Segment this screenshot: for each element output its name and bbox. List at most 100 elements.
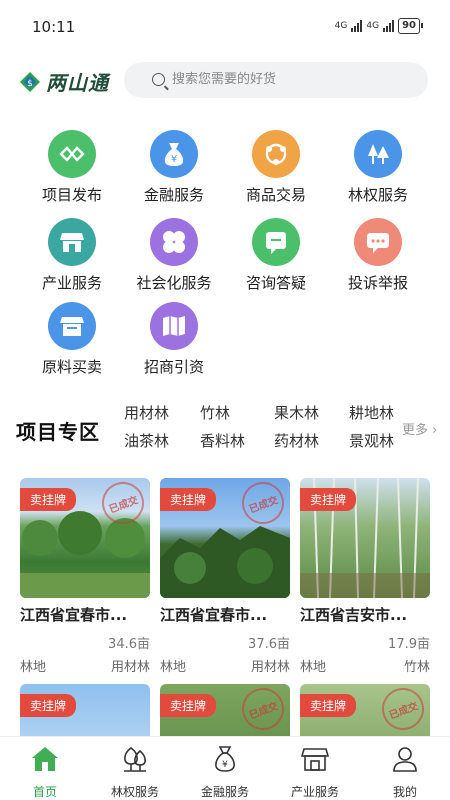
zone-tag[interactable]: 香料林 [200, 430, 245, 451]
service-label: 产业服务 [41, 274, 102, 292]
card-type: 林地 [160, 660, 187, 675]
service-project-publish[interactable]: 项目发布 [22, 130, 122, 214]
zone-tag[interactable]: 油茶林 [124, 430, 169, 451]
card-badge: 卖挂牌 [20, 488, 77, 511]
signal-icon-2 [383, 20, 395, 32]
project-card[interactable]: 卖挂牌 已成交 江西省宜春市... 37.6亩 林地 用材林 [160, 478, 290, 675]
card-image: 卖挂牌 [300, 478, 430, 598]
nav-label: 林权服务 [110, 785, 159, 799]
project-card[interactable]: 卖挂牌 已成交 江西省宜春市... 34.6亩 林地 用材林 [20, 478, 150, 675]
status-bar: 10:11 4G 4G 90 [0, 0, 450, 52]
nav-label: 我的 [392, 785, 417, 799]
nav-forest-rights[interactable]: 林权服务 [90, 737, 180, 800]
money-bag-icon: ¥ [215, 746, 235, 772]
service-consult[interactable]: 咨询答疑 [226, 218, 326, 302]
forest-icon [354, 130, 402, 178]
zone-tag[interactable]: 用材林 [124, 402, 169, 423]
user-icon [393, 747, 417, 772]
app-logo: $ 两山通 [18, 67, 109, 96]
signal-icon [351, 20, 363, 32]
battery-icon: 90 [398, 18, 423, 34]
money-glyph: ¥ [171, 154, 177, 165]
service-label: 投诉举报 [347, 274, 408, 292]
header: $ 两山通 [0, 58, 450, 102]
bottom-nav: 首页 林权服务 ¥ 金融服务 产业服务 我的 [0, 736, 450, 800]
service-trade[interactable]: 商品交易 [226, 130, 326, 214]
nav-finance[interactable]: ¥ 金融服务 [180, 737, 270, 800]
zone-tag[interactable]: 果木林 [274, 402, 319, 423]
card-badge: 卖挂牌 [300, 694, 357, 717]
card-area: 17.9亩 [388, 637, 430, 652]
service-industry[interactable]: 产业服务 [22, 218, 122, 302]
money-glyph: ¥ [222, 760, 228, 770]
card-badge: 卖挂牌 [160, 488, 217, 511]
money-bag-icon: ¥ [150, 130, 198, 178]
card-badge: 卖挂牌 [20, 694, 77, 717]
service-label: 招商引资 [143, 358, 204, 376]
service-finance[interactable]: ¥ 金融服务 [124, 130, 224, 214]
zone-title: 项目专区 [16, 420, 100, 444]
project-publish-icon [48, 130, 96, 178]
service-label: 社会化服务 [136, 274, 212, 292]
service-label: 项目发布 [41, 186, 102, 204]
status-time: 10:11 [32, 18, 76, 36]
card-category: 用材林 [250, 660, 290, 675]
logo-text: 两山通 [46, 71, 109, 95]
nav-mine[interactable]: 我的 [360, 737, 450, 800]
service-label: 林权服务 [347, 186, 408, 204]
nav-label: 产业服务 [290, 785, 339, 799]
card-badge: 卖挂牌 [160, 694, 217, 717]
service-investment[interactable]: 招商引资 [124, 302, 224, 386]
service-label: 金融服务 [143, 186, 204, 204]
search-icon [152, 73, 165, 86]
service-label: 咨询答疑 [245, 274, 306, 292]
nav-industry[interactable]: 产业服务 [270, 737, 360, 800]
nav-home[interactable]: 首页 [0, 737, 90, 800]
trade-icon [252, 130, 300, 178]
search-input[interactable] [172, 62, 412, 98]
zone-tag[interactable]: 景观林 [349, 430, 399, 451]
store-icon [48, 218, 96, 266]
card-type: 林地 [300, 660, 327, 675]
more-link[interactable]: 更多 › [402, 419, 437, 438]
service-label: 原料买卖 [41, 358, 102, 376]
svg-text:$: $ [27, 79, 33, 89]
sold-stamp: 已成交 [376, 684, 430, 736]
service-complaint[interactable]: 投诉举报 [328, 218, 428, 302]
card-image: 卖挂牌 已成交 [20, 478, 150, 598]
logo-icon: $ [20, 71, 40, 92]
search-bar[interactable] [124, 62, 428, 98]
card-type: 林地 [20, 660, 47, 675]
service-forest-rights[interactable]: 林权服务 [328, 130, 428, 214]
sold-stamp: 已成交 [236, 684, 290, 736]
store-icon [300, 748, 330, 771]
service-material[interactable]: 原料买卖 [22, 302, 122, 386]
home-icon [32, 747, 58, 771]
nav-label: 金融服务 [200, 785, 249, 799]
service-grid: 项目发布 ¥ 金融服务 商品交易 林权服务 产业服务 社会化服务 咨询答疑 投诉… [0, 130, 450, 380]
card-badge: 卖挂牌 [300, 488, 357, 511]
service-social[interactable]: 社会化服务 [124, 218, 224, 302]
zone-tag[interactable]: 竹林 [200, 402, 230, 423]
card-category: 用材林 [110, 660, 150, 675]
network-label-2: 4G [366, 21, 380, 31]
card-area: 34.6亩 [108, 637, 150, 652]
card-category: 竹林 [403, 660, 430, 675]
service-label: 商品交易 [245, 186, 306, 204]
map-icon [150, 302, 198, 350]
more-label: 更多 [402, 423, 429, 438]
clover-icon [150, 218, 198, 266]
project-card[interactable]: 卖挂牌 江西省吉安市... 17.9亩 林地 竹林 [300, 478, 430, 675]
status-indicators: 4G 4G 90 [335, 18, 423, 34]
chevron-right-icon: › [432, 423, 438, 438]
card-title: 江西省宜春市... [160, 606, 268, 624]
card-title: 江西省宜春市... [20, 606, 128, 624]
zone-tag[interactable]: 药材林 [274, 430, 319, 451]
card-area: 37.6亩 [248, 637, 290, 652]
nav-label: 首页 [32, 785, 57, 799]
material-icon [48, 302, 96, 350]
zone-tag[interactable]: 耕地林 [349, 402, 399, 423]
tree-icon [124, 747, 146, 772]
complaint-icon [354, 218, 402, 266]
consult-icon [252, 218, 300, 266]
